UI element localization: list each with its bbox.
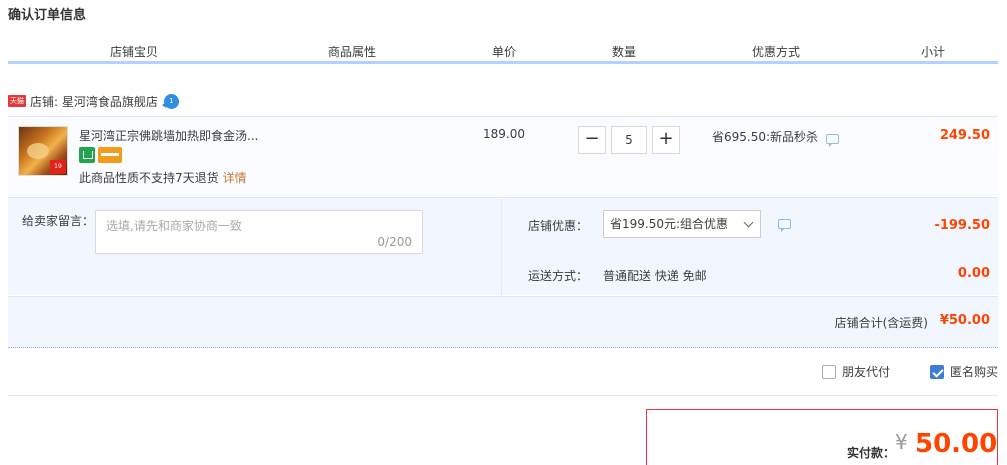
friend-pay-checkbox[interactable]	[822, 364, 836, 379]
shipping-fee: 0.00	[957, 266, 990, 281]
seller-memo-input[interactable]: 选填,请先和商家协商一致 0/200	[95, 210, 423, 254]
column-divider	[445, 59, 448, 61]
column-divider	[866, 59, 869, 61]
column-subtotal: 小计	[921, 45, 946, 59]
payment-summary: 实付款： ¥ 50.00	[646, 409, 998, 465]
shop-total-row: 店铺合计(含运费) ¥50.00	[8, 296, 998, 348]
product-title[interactable]: 星河湾正宗佛跳墙加热即食金汤...	[79, 127, 258, 144]
memo-placeholder: 选填,请先和商家协商一致	[106, 219, 242, 233]
coupon-select[interactable]: 省199.50元:组合优惠	[603, 210, 761, 238]
anonymous-purchase-label: 匿名购买	[950, 365, 999, 379]
column-divider	[685, 59, 688, 61]
message-icon[interactable]	[778, 219, 791, 232]
friend-pay-label: 朋友代付	[842, 365, 891, 379]
coupon-selected-value: 省199.50元:组合优惠	[610, 217, 729, 231]
memo-char-count: 0/200	[377, 235, 412, 249]
shop-total-value: ¥50.00	[939, 313, 990, 328]
payment-amount: 50.00	[915, 429, 998, 459]
detail-link[interactable]: 详情	[223, 171, 247, 185]
guarantee-icon[interactable]	[79, 147, 95, 163]
column-unit-price: 单价	[492, 45, 517, 59]
tmall-logo-icon: 天猫	[8, 95, 26, 107]
column-quantity: 数量	[612, 45, 637, 59]
item-subtotal: 249.50	[939, 128, 990, 143]
anonymous-purchase-checkbox[interactable]	[930, 364, 944, 379]
service-badges	[79, 147, 122, 163]
payment-currency: ¥	[895, 430, 908, 454]
column-shop-item: 店铺宝贝	[110, 45, 159, 59]
no-return-text: 此商品性质不支持7天退货	[79, 171, 219, 185]
column-header: 店铺宝贝 商品属性 单价 数量 优惠方式 小计	[8, 40, 998, 64]
coupon-label: 店铺优惠：	[528, 219, 589, 233]
product-photo-bowl	[27, 143, 49, 159]
order-options-panel: 给卖家留言： 选填,请先和商家协商一致 0/200 店铺优惠： 省199.50元…	[8, 197, 998, 296]
message-icon[interactable]	[826, 134, 839, 147]
product-image-sticker: 19	[50, 160, 66, 174]
column-divider	[563, 59, 566, 61]
column-divider	[263, 59, 266, 61]
panel-divider	[501, 198, 502, 296]
payment-label: 实付款：	[847, 446, 896, 460]
anonymous-purchase-option[interactable]: 匿名购买	[930, 363, 998, 380]
memo-label: 给卖家留言：	[22, 214, 95, 228]
shop-total-label: 店铺合计(含运费)	[834, 316, 928, 330]
shop-row: 天猫 店铺: 星河湾食品旗舰店 1	[8, 92, 179, 110]
decrease-button[interactable]: −	[578, 126, 606, 154]
quantity-input[interactable]: 5	[611, 126, 647, 154]
page-title: 确认订单信息	[8, 8, 87, 23]
no-return-notice: 此商品性质不支持7天退货 详情	[79, 169, 247, 186]
chat-icon[interactable]: 1	[161, 93, 179, 109]
increase-button[interactable]: +	[652, 126, 680, 154]
promotion-text: 省695.50:新品秒杀	[712, 130, 819, 144]
coupon-discount: -199.50	[934, 218, 990, 233]
chevron-down-icon	[743, 217, 754, 228]
order-item-row: 19 星河湾正宗佛跳墙加热即食金汤... 此商品性质不支持7天退货 详情 189.…	[8, 116, 998, 196]
quantity-stepper: − 5 +	[578, 126, 680, 154]
friend-pay-option[interactable]: 朋友代付	[822, 363, 890, 380]
credit-card-icon[interactable]	[98, 147, 122, 163]
divider	[8, 395, 998, 396]
column-promotion: 优惠方式	[752, 45, 801, 59]
shop-name[interactable]: 店铺: 星河湾食品旗舰店	[30, 93, 158, 110]
shipping-method: 普通配送 快递 免邮	[603, 269, 707, 283]
product-image[interactable]: 19	[18, 126, 68, 176]
column-attributes: 商品属性	[328, 45, 377, 59]
unit-price: 189.00	[483, 127, 525, 141]
shipping-label: 运送方式：	[528, 269, 589, 283]
